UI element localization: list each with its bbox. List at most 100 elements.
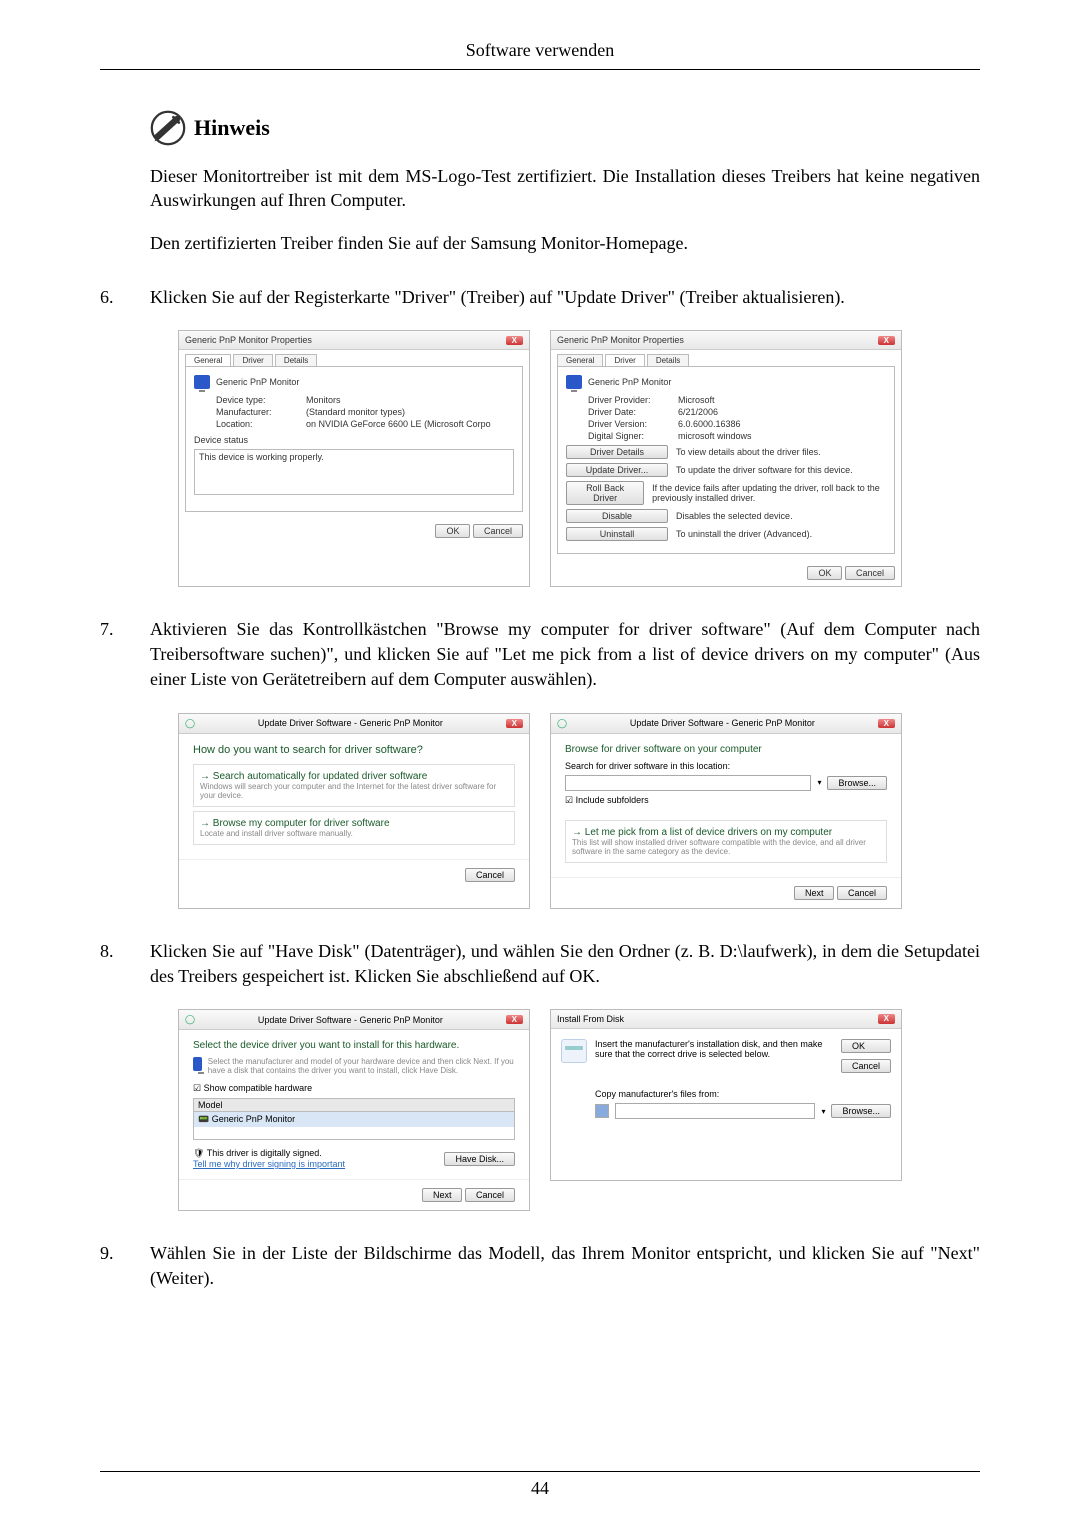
step-6: 6. Klicken Sie auf der Registerkarte "Dr… <box>100 285 980 310</box>
close-icon[interactable]: X <box>878 336 895 345</box>
uninstall-button[interactable]: Uninstall <box>566 527 668 541</box>
date-k: Driver Date: <box>588 407 678 417</box>
note-title: Hinweis <box>194 115 270 141</box>
opt-browse-title: → Browse my computer for driver software <box>200 818 508 829</box>
select-sub: Select the manufacturer and model of you… <box>208 1057 515 1075</box>
dialog-title: Generic PnP Monitor Properties <box>557 335 684 345</box>
update-driver-button[interactable]: Update Driver... <box>566 463 668 477</box>
ok-button[interactable]: OK <box>807 566 842 580</box>
step-9: 9. Wählen Sie in der Liste der Bildschir… <box>100 1241 980 1291</box>
monitor-icon <box>194 375 210 389</box>
cancel-button[interactable]: Cancel <box>845 566 895 580</box>
have-disk-button[interactable]: Have Disk... <box>444 1152 515 1166</box>
back-icon[interactable]: ◯ <box>185 1014 195 1025</box>
rollback-text: If the device fails after updating the d… <box>652 483 886 503</box>
tab-details[interactable]: Details <box>647 354 689 366</box>
include-subfolders[interactable]: ☑ Include subfolders <box>565 795 887 806</box>
disable-button[interactable]: Disable <box>566 509 668 523</box>
uninstall-text: To uninstall the driver (Advanced). <box>676 529 812 539</box>
monitor-name: Generic PnP Monitor <box>216 377 299 387</box>
show-compat[interactable]: ☑ Show compatible hardware <box>193 1083 515 1094</box>
driver-details-button[interactable]: Driver Details <box>566 445 668 459</box>
path-icon <box>595 1104 609 1118</box>
opt-auto[interactable]: → Search automatically for updated drive… <box>193 764 515 807</box>
step-text-9: Wählen Sie in der Liste der Bildschirme … <box>150 1241 980 1291</box>
note-p1: Dieser Monitortreiber ist mit dem MS-Log… <box>150 164 980 213</box>
wizard-title: Update Driver Software - Generic PnP Mon… <box>258 1015 443 1025</box>
step-text-8: Klicken Sie auf "Have Disk" (Datenträger… <box>150 939 980 989</box>
model-row[interactable]: 📟 Generic PnP Monitor <box>194 1112 514 1127</box>
update-search-dialog: ◯ Update Driver Software - Generic PnP M… <box>178 713 530 909</box>
driver-details-text: To view details about the driver files. <box>676 447 821 457</box>
opt-pick-list[interactable]: → Let me pick from a list of device driv… <box>565 820 887 863</box>
cancel-button[interactable]: Cancel <box>473 524 523 538</box>
col-model: Model <box>194 1099 514 1112</box>
browse-dialog: ◯ Update Driver Software - Generic PnP M… <box>550 713 902 909</box>
cancel-button[interactable]: Cancel <box>465 1188 515 1202</box>
step-num-7: 7. <box>100 617 150 693</box>
wizard-title: Update Driver Software - Generic PnP Mon… <box>630 718 815 728</box>
note-icon <box>150 110 186 146</box>
status-box: This device is working properly. <box>194 449 514 495</box>
dialog-title: Generic PnP Monitor Properties <box>185 335 312 345</box>
browse-button[interactable]: Browse... <box>827 776 887 790</box>
disable-text: Disables the selected device. <box>676 511 793 521</box>
cancel-button[interactable]: Cancel <box>465 868 515 882</box>
ok-button[interactable]: OK <box>435 524 470 538</box>
step-text-6: Klicken Sie auf der Registerkarte "Drive… <box>150 285 980 310</box>
back-icon[interactable]: ◯ <box>185 718 195 729</box>
screenshots-row-3: ◯ Update Driver Software - Generic PnP M… <box>100 1009 980 1211</box>
step-8: 8. Klicken Sie auf "Have Disk" (Datenträ… <box>100 939 980 989</box>
disk-icon <box>561 1039 587 1063</box>
step-7: 7. Aktivieren Sie das Kontrollkästchen "… <box>100 617 980 693</box>
pick-list-title: Let me pick from a list of device driver… <box>585 827 832 838</box>
signing-link[interactable]: Tell me why driver signing is important <box>193 1159 345 1169</box>
step-num-6: 6. <box>100 285 150 310</box>
install-from-disk-dialog: Install From Disk X Insert the manufactu… <box>550 1009 902 1181</box>
back-icon[interactable]: ◯ <box>557 718 567 729</box>
search-label: Search for driver software in this locat… <box>565 761 887 771</box>
mfr-v: (Standard monitor types) <box>306 407 405 417</box>
page-header: Software verwenden <box>100 40 980 70</box>
path-dropdown[interactable] <box>615 1103 815 1119</box>
tab-general[interactable]: General <box>185 354 231 366</box>
mfr-k: Manufacturer: <box>216 407 306 417</box>
sig-k: Digital Signer: <box>588 431 678 441</box>
dev-type-v: Monitors <box>306 395 341 405</box>
sig-v: microsoft windows <box>678 431 752 441</box>
close-icon[interactable]: X <box>878 719 895 728</box>
step-num-9: 9. <box>100 1241 150 1291</box>
opt-auto-sub: Windows will search your computer and th… <box>200 782 508 800</box>
close-icon[interactable]: X <box>506 336 523 345</box>
opt-browse[interactable]: → Browse my computer for driver software… <box>193 811 515 845</box>
props-general-dialog: Generic PnP Monitor Properties X General… <box>178 330 530 587</box>
tab-driver[interactable]: Driver <box>233 354 272 366</box>
cancel-button[interactable]: Cancel <box>837 886 887 900</box>
close-icon[interactable]: X <box>506 1015 523 1024</box>
tab-general[interactable]: General <box>557 354 603 366</box>
pick-list-sub: This list will show installed driver sof… <box>572 838 880 856</box>
browse-button[interactable]: Browse... <box>831 1104 891 1118</box>
rollback-button[interactable]: Roll Back Driver <box>566 481 644 505</box>
tab-driver[interactable]: Driver <box>605 354 644 366</box>
update-driver-text: To update the driver software for this d… <box>676 465 853 475</box>
browse-heading: Browse for driver software on your compu… <box>565 744 887 755</box>
props-driver-dialog: Generic PnP Monitor Properties X General… <box>550 330 902 587</box>
step-num-8: 8. <box>100 939 150 989</box>
tab-details[interactable]: Details <box>275 354 317 366</box>
ok-button[interactable]: OK <box>841 1039 891 1053</box>
next-button[interactable]: Next <box>422 1188 463 1202</box>
monitor-icon <box>193 1057 202 1071</box>
copy-label: Copy manufacturer's files from: <box>595 1089 891 1099</box>
cancel-button[interactable]: Cancel <box>841 1059 891 1073</box>
monitor-name: Generic PnP Monitor <box>588 377 671 387</box>
close-icon[interactable]: X <box>878 1014 895 1024</box>
select-heading: Select the device driver you want to ins… <box>193 1040 515 1051</box>
next-button[interactable]: Next <box>794 886 835 900</box>
close-icon[interactable]: X <box>506 719 523 728</box>
path-dropdown[interactable] <box>565 775 811 791</box>
select-driver-dialog: ◯ Update Driver Software - Generic PnP M… <box>178 1009 530 1211</box>
status-k: Device status <box>194 435 514 445</box>
page-number: 44 <box>100 1471 980 1499</box>
signed-label: 🛡 This driver is digitally signed. <box>193 1148 345 1159</box>
